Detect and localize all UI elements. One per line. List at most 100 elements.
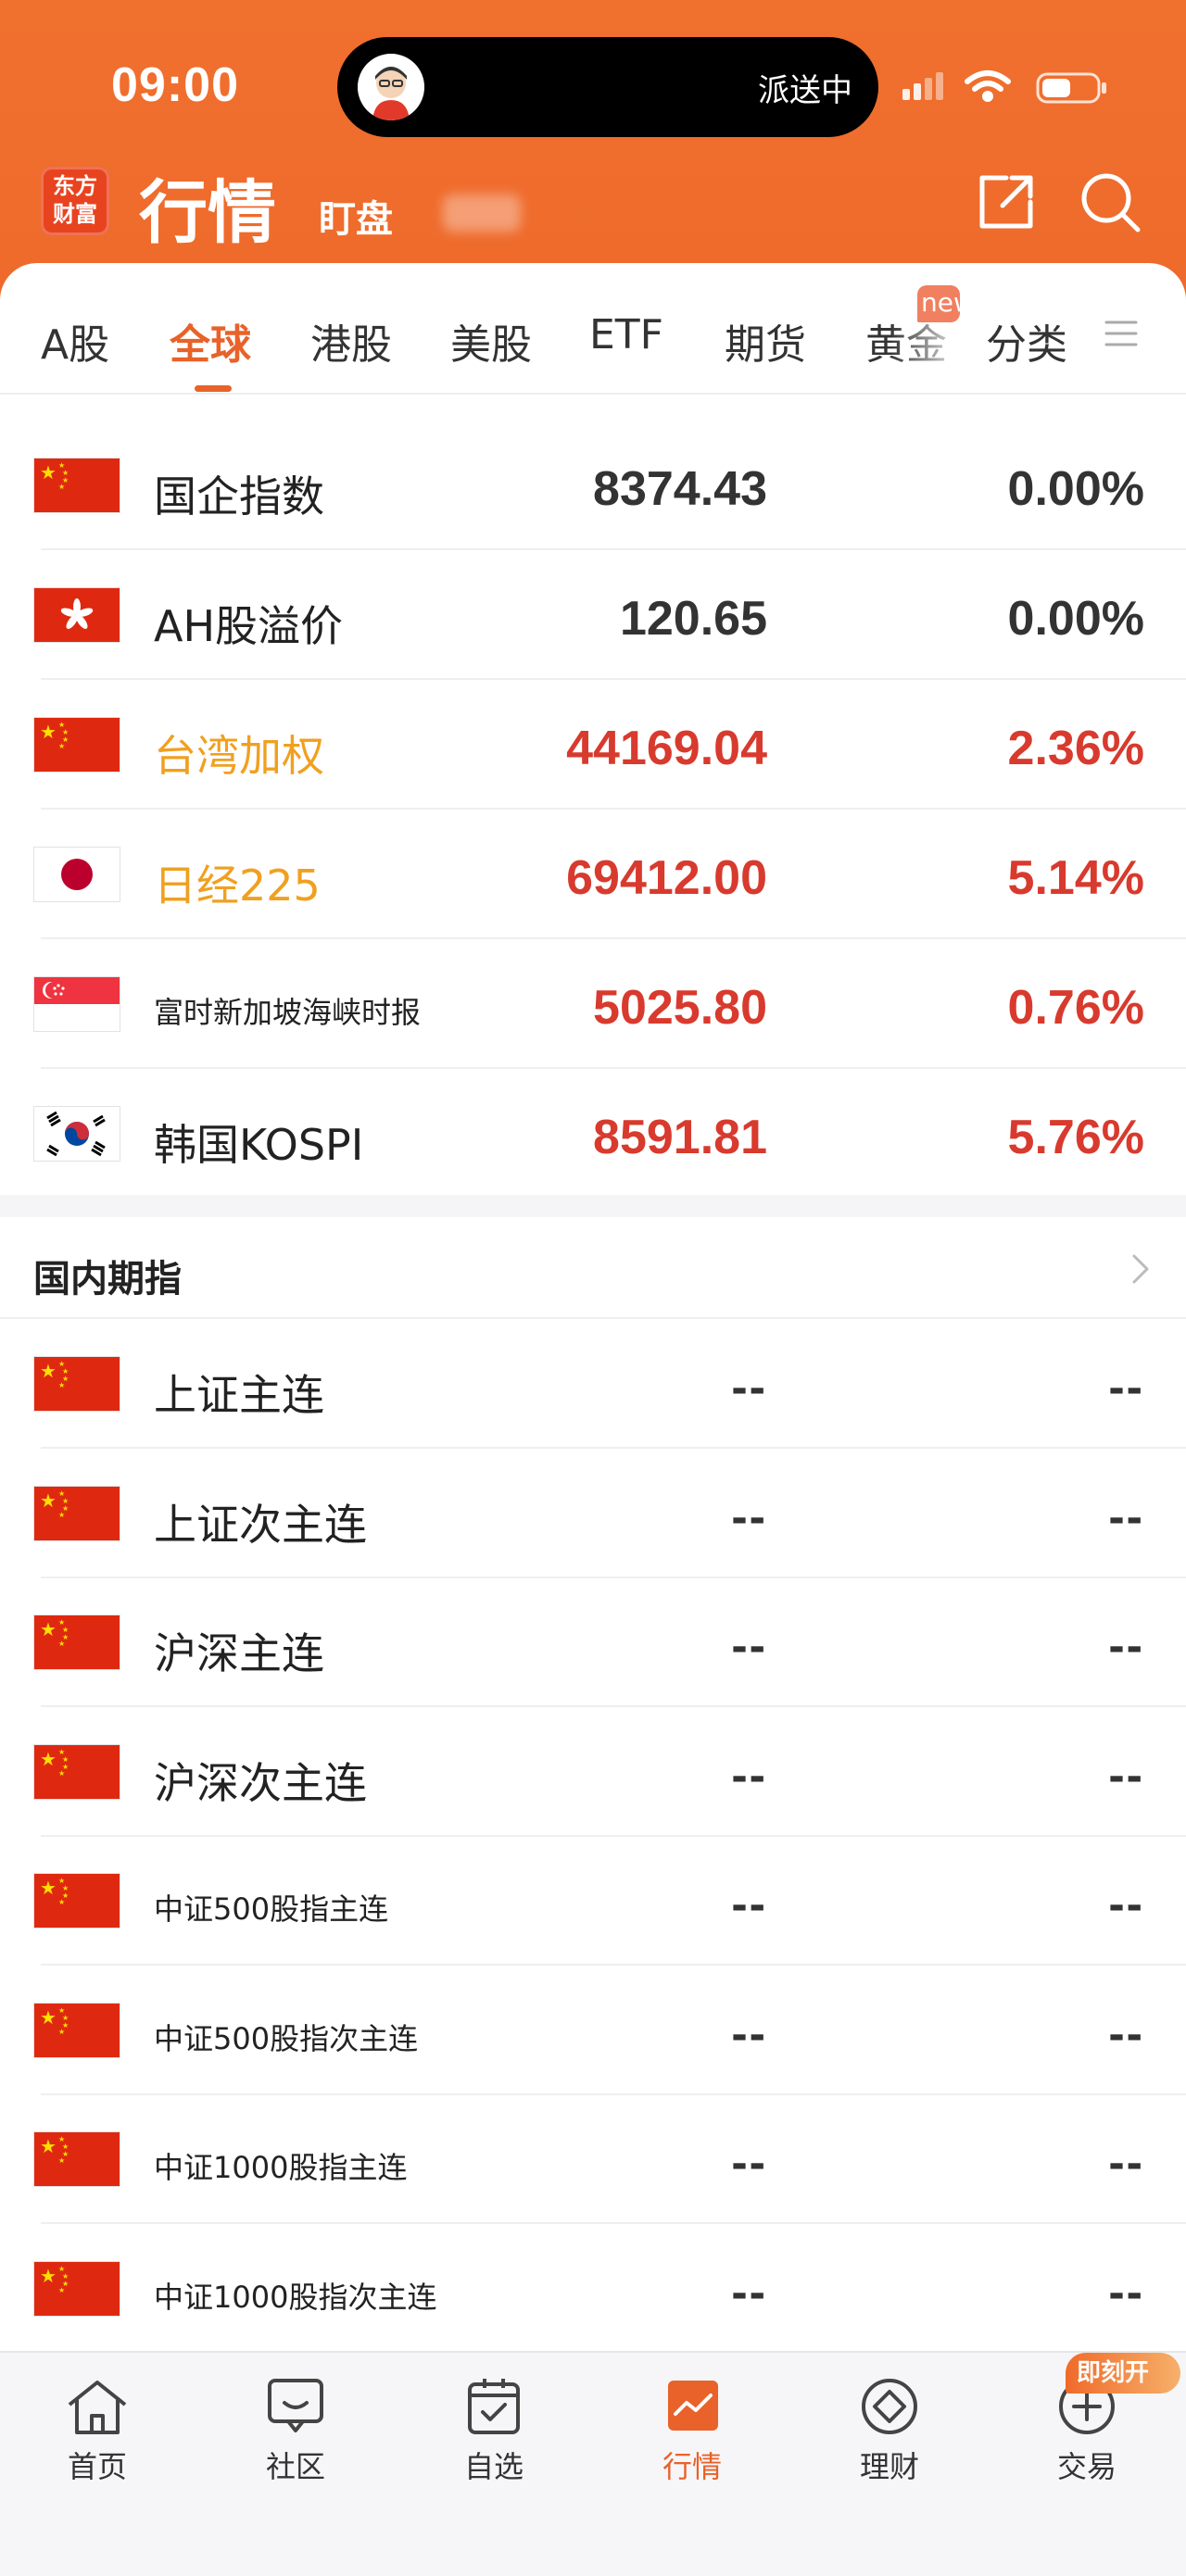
svg-text:★: ★ [40, 1618, 57, 1640]
tab-a-shares[interactable]: A股 [41, 311, 109, 371]
section-header-futures[interactable]: 国内期指 [0, 1217, 1186, 1319]
cn-flag-icon: ★ ★ ★ ★ ★ [33, 1873, 120, 1929]
index-change: 5.14% [1007, 851, 1144, 905]
futures-name: 中证500股指主连 [154, 1891, 389, 1927]
index-change: 0.76% [1007, 981, 1144, 1035]
nav-watchlist[interactable]: 自选 [420, 2366, 568, 2505]
community-icon [268, 2379, 323, 2432]
svg-text:★: ★ [40, 1360, 57, 1382]
list-item-nikkei[interactable]: 日经225 69412.00 5.14% [0, 810, 1186, 939]
tab-global[interactable]: 全球 [170, 311, 251, 371]
home-icon [68, 2381, 127, 2434]
jp-flag-icon [33, 847, 120, 902]
index-price: 120.65 [619, 592, 767, 646]
sg-flag-icon [33, 976, 120, 1032]
futures-list-item[interactable]: ★ ★ ★ ★ ★ 沪深次主连 -- -- [0, 1707, 1186, 1837]
hk-flag-icon [33, 587, 120, 643]
signal-icon [902, 72, 943, 100]
tab-etf[interactable]: ETF [589, 311, 663, 358]
tab-category[interactable]: 分类 [986, 311, 1067, 371]
futures-list-item[interactable]: ★ ★ ★ ★ ★ 上证主连 -- -- [0, 1319, 1186, 1449]
list-item-sti[interactable]: 富时新加坡海峡时报 5025.80 0.76% [0, 939, 1186, 1069]
futures-name: 上证次主连 [154, 1499, 367, 1550]
tabs-divider [0, 393, 1186, 395]
futures-price: -- [731, 2265, 767, 2319]
list-item-ah-premium[interactable]: AH股溢价 120.65 0.00% [0, 550, 1186, 680]
futures-list-item[interactable]: ★ ★ ★ ★ ★ 沪深主连 -- -- [0, 1577, 1186, 1707]
nav-market[interactable]: 行情 [618, 2366, 766, 2505]
futures-change: -- [1108, 1748, 1144, 1803]
tab-futures[interactable]: 期货 [725, 311, 806, 371]
list-item-hscei[interactable]: ★ ★ ★ ★ ★ 国企指数 8374.43 0.00% [0, 421, 1186, 550]
cn-flag-icon: ★ ★ ★ ★ ★ [33, 717, 120, 773]
list-item-kospi[interactable]: 韩国KOSPI 8591.81 5.76% [0, 1069, 1186, 1199]
index-change: 2.36% [1007, 722, 1144, 775]
nav-home[interactable]: 首页 [23, 2366, 171, 2505]
svg-text:★: ★ [58, 1381, 65, 1389]
market-tabs: A股 全球 港股 美股 ETF 期货 黄金 new 分类 [0, 263, 1186, 393]
svg-text:★: ★ [58, 1640, 65, 1648]
futures-list-item[interactable]: ★ ★ ★ ★ ★ 中证500股指主连 -- -- [0, 1836, 1186, 1966]
futures-name: 上证主连 [154, 1370, 324, 1420]
status-icons [899, 63, 1121, 109]
futures-change: -- [1108, 2136, 1144, 2190]
svg-text:★: ★ [58, 1898, 65, 1906]
futures-name: 沪深主连 [154, 1628, 324, 1678]
cn-flag-icon: ★ ★ ★ ★ ★ [33, 2131, 120, 2187]
futures-price: -- [731, 2136, 767, 2190]
active-tab-indicator [195, 385, 232, 392]
bottom-tab-bar: 首页 社区 自选 行情 理财 交易 [0, 2351, 1186, 2576]
cn-flag-icon: ★ ★ ★ ★ ★ [33, 2002, 120, 2058]
futures-name: 沪深次主连 [154, 1757, 367, 1808]
battery-icon [1036, 72, 1106, 104]
svg-text:★: ★ [58, 1769, 65, 1778]
status-time: 09:00 [111, 58, 239, 112]
watchlist-icon [468, 2379, 520, 2434]
futures-list-item[interactable]: ★ ★ ★ ★ ★ 上证次主连 -- -- [0, 1449, 1186, 1578]
nav-finance[interactable]: 理财 [815, 2366, 964, 2505]
svg-text:★: ★ [40, 461, 57, 484]
svg-text:★: ★ [58, 2286, 65, 2294]
island-status-text: 派送中 [758, 72, 852, 109]
index-price: 8591.81 [593, 1111, 767, 1164]
svg-text:★: ★ [40, 2135, 57, 2157]
section-title: 国内期指 [33, 1258, 182, 1301]
futures-name: 中证1000股指主连 [154, 2150, 408, 2185]
svg-text:★: ★ [58, 1511, 65, 1519]
list-item-taiex[interactable]: ★ ★ ★ ★ ★ 台湾加权 44169.04 2.36% [0, 680, 1186, 810]
index-change: 5.76% [1007, 1111, 1144, 1164]
nav-community[interactable]: 社区 [221, 2366, 370, 2505]
section-gap [0, 1195, 1186, 1217]
futures-list-item[interactable]: ★ ★ ★ ★ ★ 中证1000股指次主连 -- -- [0, 2224, 1186, 2354]
futures-change: -- [1108, 2265, 1144, 2319]
index-price: 69412.00 [566, 851, 767, 905]
futures-price: -- [731, 1619, 767, 1673]
svg-text:★: ★ [58, 2028, 65, 2036]
cn-flag-icon: ★ ★ ★ ★ ★ [33, 1743, 120, 1800]
tab-us-stocks[interactable]: 美股 [450, 311, 532, 371]
cn-flag-icon: ★ ★ ★ ★ ★ [33, 1356, 120, 1412]
menu-icon[interactable] [1103, 315, 1140, 352]
futures-list-item[interactable]: ★ ★ ★ ★ ★ 中证1000股指主连 -- -- [0, 2094, 1186, 2224]
svg-text:★: ★ [40, 2006, 57, 2029]
futures-change: -- [1108, 1489, 1144, 1544]
futures-price: -- [731, 1361, 767, 1414]
dynamic-island[interactable]: 派送中 [337, 37, 878, 137]
index-price: 8374.43 [593, 462, 767, 516]
blurred-header-tab[interactable] [443, 195, 521, 232]
cn-flag-icon: ★ ★ ★ ★ ★ [33, 458, 120, 513]
tab-hk-stocks[interactable]: 港股 [310, 311, 392, 371]
futures-list-item[interactable]: ★ ★ ★ ★ ★ 中证500股指次主连 -- -- [0, 1966, 1186, 2095]
finance-icon [862, 2379, 917, 2434]
svg-text:★: ★ [40, 1748, 57, 1770]
share-icon[interactable] [973, 169, 1040, 235]
futures-price: -- [731, 1489, 767, 1544]
svg-text:★: ★ [40, 1877, 57, 1899]
index-name: 富时新加坡海峡时报 [154, 995, 422, 1030]
kr-flag-icon [33, 1106, 120, 1162]
index-name: 日经225 [154, 861, 321, 911]
svg-text:★: ★ [58, 2156, 65, 2165]
watch-tab-link[interactable]: 盯盘 [319, 189, 393, 243]
cn-flag-icon: ★ ★ ★ ★ ★ [33, 2260, 120, 2317]
search-icon[interactable] [1077, 169, 1143, 235]
